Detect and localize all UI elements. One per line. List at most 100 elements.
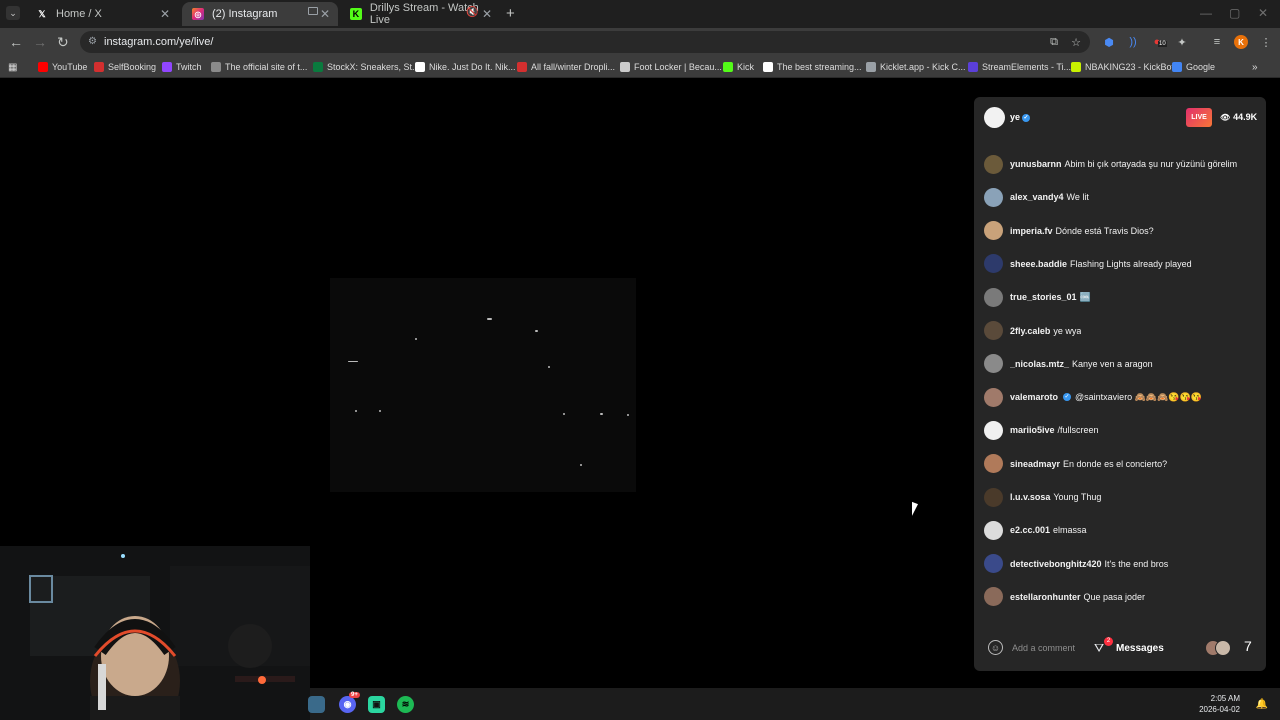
commenter-username[interactable]: l.u.v.sosa xyxy=(1010,492,1050,502)
bookmark-item[interactable]: YouTube xyxy=(38,60,87,74)
comment-row[interactable]: estellaronhunter Que pasa joder xyxy=(984,587,1254,607)
close-icon[interactable]: ✕ xyxy=(482,7,492,21)
commenter-avatar[interactable] xyxy=(984,221,1003,241)
bookmark-item[interactable]: The official site of t... xyxy=(211,60,307,74)
bookmark-item[interactable]: SelfBooking xyxy=(94,60,156,74)
media-controls-icon[interactable]: ≡ xyxy=(1210,35,1224,49)
commenter-avatar[interactable] xyxy=(984,354,1003,374)
comment-row[interactable]: true_stories_01 🆒 xyxy=(984,287,1254,307)
picture-in-picture-icon[interactable] xyxy=(308,7,318,15)
comment-row[interactable]: e2.cc.001 elmassa xyxy=(984,520,1254,540)
extension-audio-icon[interactable]: )) xyxy=(1126,35,1140,49)
comment-row[interactable]: alex_vandy4 We lit xyxy=(984,187,1254,207)
host-avatar[interactable] xyxy=(984,107,1005,128)
commenter-avatar[interactable] xyxy=(984,487,1003,507)
bookmark-item[interactable]: The best streaming... xyxy=(763,60,862,74)
bookmark-item[interactable]: Twitch xyxy=(162,60,202,74)
bookmark-star-icon[interactable]: ☆ xyxy=(1069,35,1083,49)
bookmark-item[interactable]: Foot Locker | Becau... xyxy=(620,60,722,74)
emoji-icon[interactable]: ☺ xyxy=(988,640,1003,655)
discord-icon[interactable]: ◉ 9+ xyxy=(339,692,360,713)
comment-row[interactable]: imperia.fv Dónde está Travis Dios? xyxy=(984,221,1254,241)
site-info-icon[interactable]: ⚙ xyxy=(88,31,97,53)
install-app-icon[interactable]: ⧉ xyxy=(1047,35,1061,49)
commenter-avatar[interactable] xyxy=(984,321,1003,340)
profile-avatar[interactable]: K xyxy=(1234,35,1248,49)
maximize-button[interactable]: ▢ xyxy=(1229,6,1240,20)
more-bookmarks-icon[interactable]: » xyxy=(1252,60,1258,74)
commenter-avatar[interactable] xyxy=(984,387,1003,407)
live-video-frame[interactable] xyxy=(330,278,636,492)
bookmark-item[interactable]: StreamElements - Ti... xyxy=(968,60,1071,74)
bookmark-item[interactable]: Google xyxy=(1172,60,1215,74)
notification-bell-icon[interactable]: 🔔 xyxy=(1256,699,1268,710)
comment-row[interactable]: yunusbarnn Abim bi çık ortayada şu nur yü… xyxy=(984,154,1254,174)
commenter-username[interactable]: true_stories_01 xyxy=(1010,292,1077,302)
commenter-username[interactable]: estellaronhunter xyxy=(1010,592,1081,602)
commenter-avatar[interactable] xyxy=(984,187,1003,207)
comment-row[interactable]: sheee.baddie Flashing Lights already play… xyxy=(984,254,1254,274)
reload-button[interactable]: ↻ xyxy=(57,34,69,51)
comment-row[interactable]: _nicolas.mtz_ Kanye ven a aragon xyxy=(984,354,1254,374)
file-explorer-icon[interactable] xyxy=(308,696,325,713)
comment-row[interactable]: sineadmayr En donde es el concierto? xyxy=(984,454,1254,474)
apps-grid-icon[interactable]: ▦ xyxy=(8,60,17,74)
bookmark-item[interactable]: All fall/winter Dropli... xyxy=(517,60,615,74)
commenter-avatar[interactable] xyxy=(984,554,1003,574)
extension-record-icon[interactable]: ● 10 xyxy=(1150,35,1167,49)
host-username[interactable]: ye ✓ xyxy=(1010,112,1031,122)
messages-icon[interactable]: ⛛ xyxy=(1094,641,1104,656)
messages-avatars[interactable] xyxy=(1205,640,1233,656)
messages-button[interactable]: Messages xyxy=(1116,643,1164,654)
bookmark-item[interactable]: Nike. Just Do It. Nik... xyxy=(415,60,516,74)
commenter-username[interactable]: sineadmayr xyxy=(1010,459,1060,469)
commenter-username[interactable]: detectivebonghitz420 xyxy=(1010,559,1102,569)
commenter-avatar[interactable] xyxy=(984,587,1003,607)
tab-instagram[interactable]: ◎ (2) Instagram ✕ xyxy=(182,2,338,26)
spotify-icon[interactable]: ≋ xyxy=(397,696,414,713)
extensions-puzzle-icon[interactable]: ✦ xyxy=(1175,35,1189,49)
commenter-username[interactable]: sheee.baddie xyxy=(1010,259,1067,269)
bookmark-item[interactable]: NBAKING23 - KickBot xyxy=(1071,60,1174,74)
commenter-username[interactable]: e2.cc.001 xyxy=(1010,525,1050,535)
commenter-username[interactable]: _nicolas.mtz_ xyxy=(1010,359,1069,369)
bookmark-favicon-icon xyxy=(162,62,172,72)
comment-input[interactable] xyxy=(1012,639,1092,657)
extension-shield-icon[interactable]: ⬢ xyxy=(1102,35,1116,49)
bookmark-item[interactable]: Kick xyxy=(723,60,754,74)
comment-row[interactable]: valemaroto ✓ @saintxaviero 🙈🙈🙈😘😘😘 xyxy=(984,387,1254,407)
system-clock[interactable]: 2:05 AM 2026-04-02 xyxy=(1199,693,1240,715)
bookmark-item[interactable]: StockX: Sneakers, St... xyxy=(313,60,420,74)
streaming-app-icon[interactable]: ▣ xyxy=(368,696,385,713)
commenter-avatar[interactable] xyxy=(984,520,1003,540)
tab-search-button[interactable]: ⌄ xyxy=(6,6,20,20)
new-tab-button[interactable]: + xyxy=(506,5,515,22)
commenter-avatar[interactable] xyxy=(984,454,1003,474)
commenter-username[interactable]: 2fly.caleb xyxy=(1010,326,1050,336)
menu-kebab-icon[interactable]: ⋮ xyxy=(1259,35,1273,49)
back-button[interactable]: ← xyxy=(9,34,23,50)
commenter-username[interactable]: imperia.fv xyxy=(1010,226,1053,236)
commenter-avatar[interactable] xyxy=(984,420,1003,440)
commenter-username[interactable]: valemaroto xyxy=(1010,392,1058,402)
close-icon[interactable]: ✕ xyxy=(320,7,330,21)
commenter-username[interactable]: mariio5ive xyxy=(1010,425,1055,435)
close-icon[interactable]: ✕ xyxy=(160,7,170,21)
commenter-avatar[interactable] xyxy=(984,287,1003,307)
close-window-button[interactable]: ✕ xyxy=(1258,6,1268,20)
comment-row[interactable]: l.u.v.sosa Young Thug xyxy=(984,487,1254,507)
comment-row[interactable]: 2fly.caleb ye wya xyxy=(984,321,1254,341)
comment-row[interactable]: mariio5ive/fullscreen xyxy=(984,420,1254,440)
tab-drillys-stream[interactable]: K Drillys Stream - Watch Live 🔇 ✕ xyxy=(340,2,500,26)
comment-row[interactable]: detectivebonghitz420 It's the end bros xyxy=(984,554,1254,574)
commenter-username[interactable]: alex_vandy4 xyxy=(1010,192,1064,202)
tab-home-x[interactable]: 𝕏 Home / X ✕ xyxy=(26,2,178,26)
address-bar[interactable]: ⚙ instagram.com/ye/live/ xyxy=(80,31,1090,53)
commenter-username[interactable]: yunusbarnn xyxy=(1010,159,1062,169)
bookmark-item[interactable]: Kicklet.app - Kick C... xyxy=(866,60,966,74)
forward-button[interactable]: → xyxy=(33,34,47,50)
commenter-avatar[interactable] xyxy=(984,154,1003,174)
minimize-button[interactable]: — xyxy=(1200,6,1212,20)
muted-icon[interactable]: 🔇 xyxy=(466,7,478,18)
commenter-avatar[interactable] xyxy=(984,254,1003,274)
